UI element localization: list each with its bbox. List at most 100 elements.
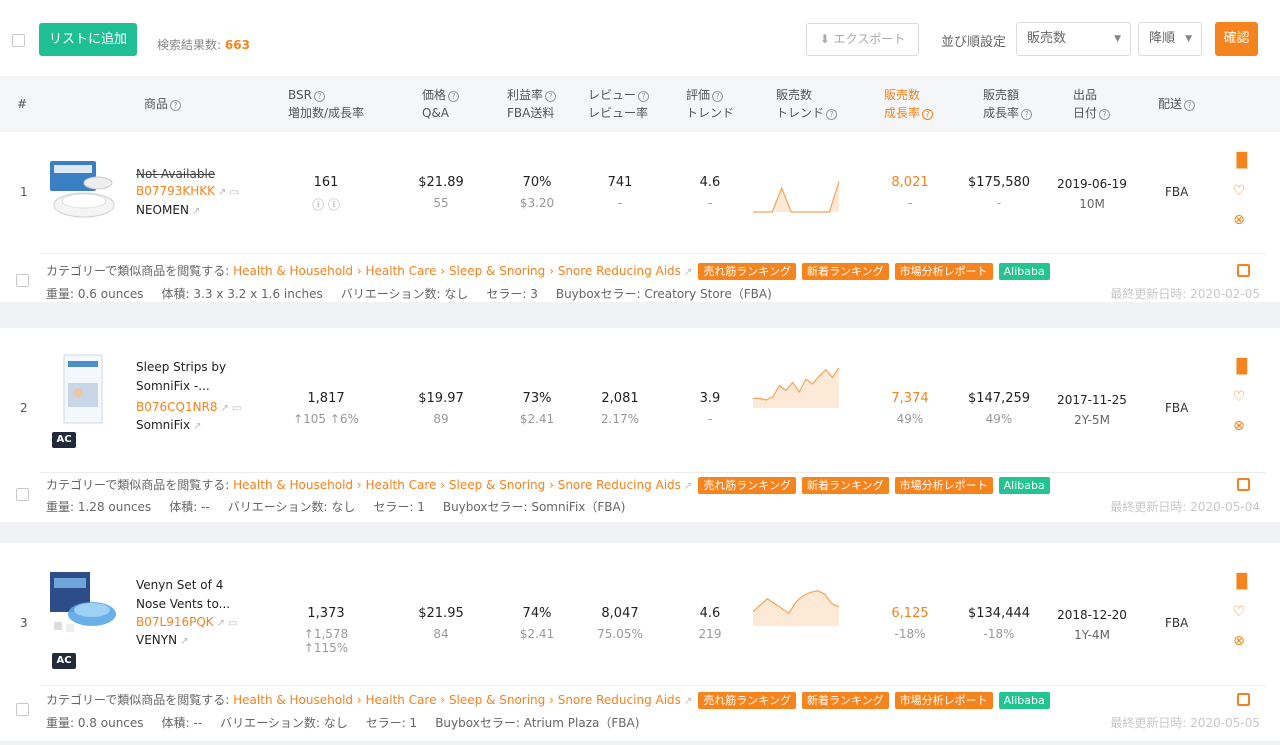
variations: バリエーション数: なし	[227, 500, 356, 514]
market-report-tag[interactable]: 市場分析レポート	[894, 477, 993, 494]
row-checkbox[interactable]	[16, 274, 29, 287]
product-card: 1 Not Available B07793KHKK ↗ ▭ NEOMEN ↗ 161 ⓘ ⓘ $…	[0, 132, 1280, 302]
variations: バリエーション数: なし	[220, 716, 348, 730]
download-icon: ⬇	[819, 32, 830, 46]
bar-chart-icon[interactable]: ▐▌	[1231, 574, 1253, 590]
bsr-cell: 1,373 ↑1,578 ↑115%	[286, 606, 366, 655]
market-report-tag[interactable]: 市場分析レポート	[894, 692, 993, 709]
product-image[interactable]	[44, 155, 122, 227]
product-card: 2 AC Sleep Strips by SomniFix -... B076CQ1N…	[0, 328, 1280, 522]
bestseller-ranking-tag[interactable]: 売れ筋ランキング	[698, 263, 796, 280]
price-cell: $21.95 84	[418, 606, 464, 641]
category-path-link[interactable]: Health & Household › Health Care › Sleep…	[233, 478, 681, 492]
date-cell: 2019-06-19 10M	[1057, 177, 1127, 211]
external-link-icon: ↗	[193, 421, 202, 432]
brand-link[interactable]: VENYN ↗	[136, 633, 188, 647]
export-button[interactable]: ⬇ エクスポート	[806, 23, 919, 56]
calculator-icon[interactable]	[1237, 264, 1250, 277]
external-link-icon: ↗	[220, 403, 229, 414]
row-divider	[40, 472, 1266, 473]
new-ranking-tag[interactable]: 新着ランキング	[801, 692, 889, 709]
heart-icon[interactable]: ♡	[1231, 604, 1247, 620]
lifebuoy-icon[interactable]: ⊗	[1231, 633, 1247, 649]
bestseller-ranking-tag[interactable]: 売れ筋ランキング	[698, 692, 796, 709]
brand-link[interactable]: NEOMEN ↗	[136, 203, 200, 217]
lifebuoy-icon[interactable]: ⊗	[1231, 212, 1247, 228]
col-margin[interactable]: 利益率? FBA送料	[507, 86, 557, 122]
help-icon: ?	[313, 91, 325, 102]
col-shipping[interactable]: 配送?	[1158, 95, 1196, 113]
alibaba-tag[interactable]: Alibaba	[998, 263, 1050, 280]
help-icon: ?	[448, 91, 460, 102]
alibaba-tag[interactable]: Alibaba	[998, 477, 1050, 494]
sales-trend-sparkline[interactable]	[752, 366, 840, 413]
sellers: セラー: 3	[486, 287, 538, 301]
sellers: セラー: 1	[365, 716, 418, 730]
row-checkbox[interactable]	[16, 703, 29, 716]
col-date[interactable]: 出品 日付?	[1073, 86, 1111, 122]
sales-trend-sparkline[interactable]	[752, 170, 840, 217]
product-image[interactable]	[44, 353, 122, 425]
product-image[interactable]	[44, 568, 122, 640]
weight: 重量: 0.8 ounces	[46, 716, 144, 730]
heart-icon[interactable]: ♡	[1231, 389, 1247, 405]
product-title[interactable]: Sleep Strips by SomniFix -...	[136, 358, 246, 396]
result-count-label: 検索結果数: 663	[157, 38, 250, 52]
col-price[interactable]: 価格? Q&A	[422, 86, 460, 122]
col-bsr[interactable]: BSR? 増加数/成長率	[288, 86, 364, 122]
col-revenue[interactable]: 販売額 成長率?	[983, 86, 1033, 122]
row-checkbox[interactable]	[16, 488, 29, 501]
category-path-link[interactable]: Health & Household › Health Care › Sleep…	[233, 693, 681, 707]
col-product[interactable]: 商品?	[144, 95, 182, 113]
shipping-cell: FBA	[1165, 185, 1189, 199]
sort-order-select[interactable]: 降順 ▼	[1138, 22, 1202, 56]
calculator-icon[interactable]	[1237, 478, 1250, 491]
caret-down-icon: ▼	[1114, 34, 1121, 44]
caret-down-icon: ▼	[1185, 34, 1192, 44]
external-link-icon: ↗	[683, 267, 693, 278]
product-meta: 重量: 1.28 ounces 体積: -- バリエーション数: なし セラー: 1 B…	[46, 498, 643, 515]
col-num: #	[17, 97, 28, 111]
product-card: 3 AC Venyn Set of 4 Nose Vents to... B07L91…	[0, 543, 1280, 741]
calculator-icon[interactable]	[1237, 693, 1250, 706]
col-sales-trend[interactable]: 販売数 トレンド?	[776, 86, 838, 122]
date-cell: 2017-11-25 2Y-5M	[1057, 393, 1127, 427]
asin-link[interactable]: B07793KHKK ↗ ▭	[136, 184, 239, 198]
new-ranking-tag[interactable]: 新着ランキング	[801, 477, 889, 494]
size: 体積: 3.3 x 3.2 x 1.6 inches	[161, 287, 323, 301]
col-rating[interactable]: 評価? トレンド	[686, 86, 734, 122]
col-sales-growth[interactable]: 販売数 成長率?	[884, 86, 934, 122]
product-title[interactable]: Venyn Set of 4 Nose Vents to...	[136, 576, 246, 614]
external-link-icon: ↗	[180, 636, 189, 647]
bestseller-ranking-tag[interactable]: 売れ筋ランキング	[698, 477, 796, 494]
last-updated: 最終更新日時: 2020-05-05	[1110, 716, 1260, 730]
bar-chart-icon[interactable]: ▐▌	[1231, 153, 1253, 169]
sales-cell: 6,125 -18%	[891, 606, 929, 641]
market-report-tag[interactable]: 市場分析レポート	[894, 263, 993, 280]
alibaba-tag[interactable]: Alibaba	[998, 692, 1050, 709]
confirm-button[interactable]: 確認	[1215, 22, 1258, 56]
row-divider	[40, 685, 1266, 686]
lifebuoy-icon[interactable]: ⊗	[1231, 418, 1247, 434]
sort-field-select[interactable]: 販売数 ▼	[1016, 22, 1131, 56]
review-cell: 2,081 2.17%	[600, 391, 640, 426]
buybox-seller: Buyboxセラー: Creatory Store（FBA)	[555, 287, 772, 301]
shipping-cell: FBA	[1165, 616, 1189, 630]
new-ranking-tag[interactable]: 新着ランキング	[801, 263, 889, 280]
category-path-link[interactable]: Health & Household › Health Care › Sleep…	[233, 264, 681, 278]
add-to-list-button[interactable]: リストに追加	[39, 23, 137, 56]
asin-link[interactable]: B076CQ1NR8 ↗ ▭	[136, 400, 241, 414]
brand-link[interactable]: SomniFix ↗	[136, 418, 201, 432]
asin-link[interactable]: B07L916PQK ↗ ▭	[136, 615, 238, 629]
review-cell: 741-	[607, 175, 633, 210]
product-title[interactable]: Not Available	[136, 165, 246, 184]
bar-chart-icon[interactable]: ▐▌	[1231, 359, 1253, 375]
sales-trend-sparkline[interactable]	[752, 584, 840, 631]
external-link-icon: ↗	[218, 187, 227, 198]
heart-icon[interactable]: ♡	[1231, 183, 1247, 199]
col-review[interactable]: レビュー? レビュー率	[588, 86, 650, 122]
select-all-checkbox[interactable]	[12, 34, 25, 47]
comment-icon: ▭	[229, 187, 239, 198]
external-link-icon: ↗	[191, 206, 201, 217]
help-icon: ?	[1021, 109, 1033, 120]
